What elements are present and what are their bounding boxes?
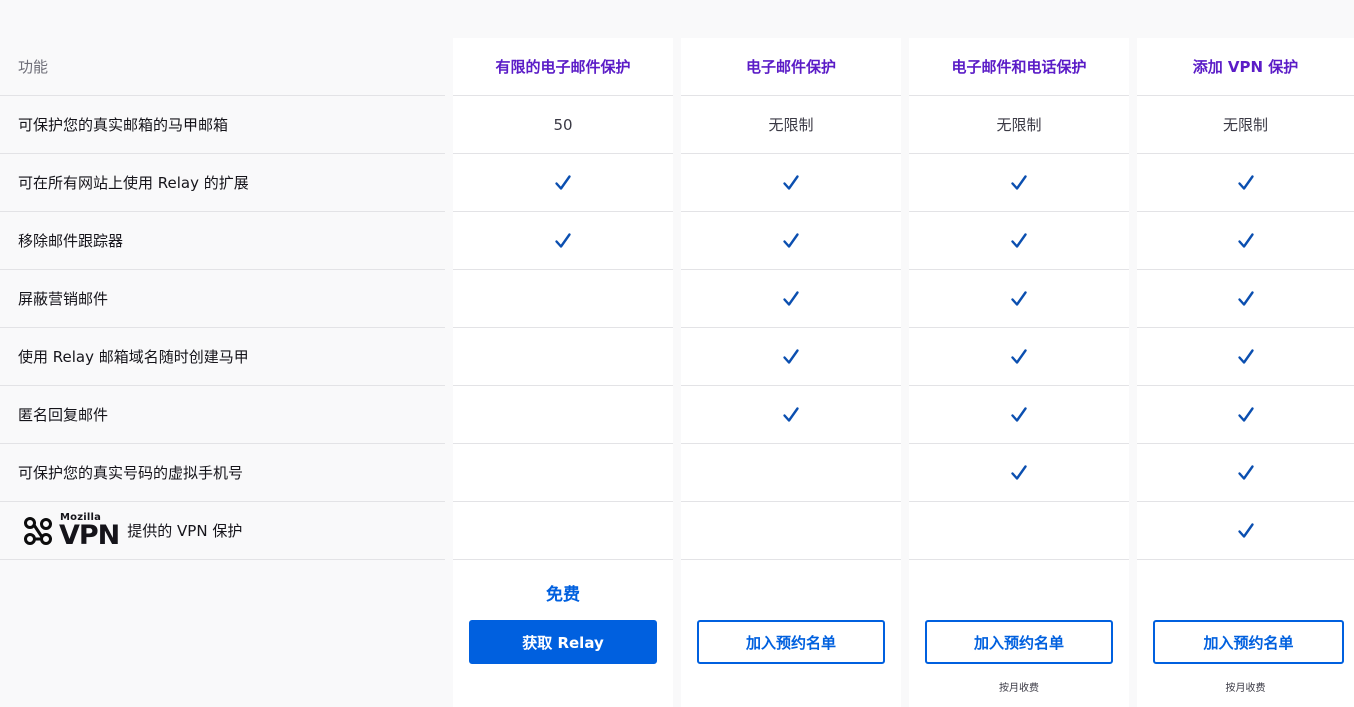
feature-cell — [1137, 386, 1354, 444]
feature-value: 无限制 — [996, 116, 1042, 134]
feature-cell — [681, 328, 901, 386]
plan-footer: 免费获取 Relay — [453, 560, 673, 707]
check-icon — [1009, 289, 1029, 309]
feature-label-trackers: 移除邮件跟踪器 — [0, 212, 445, 270]
feature-cell — [909, 386, 1129, 444]
feature-cell — [453, 502, 673, 560]
billing-note: 按月收费 — [999, 683, 1039, 694]
plan-title: 电子邮件和电话保护 — [909, 38, 1129, 96]
feature-cell — [1137, 154, 1354, 212]
plan-footer: 加入预约名单按月收费 — [1137, 560, 1354, 707]
check-icon — [1009, 405, 1029, 425]
feature-cell — [681, 386, 901, 444]
feature-labels: 功能 可保护您的真实邮箱的马甲邮箱 可在所有网站上使用 Relay 的扩展 移除… — [0, 38, 445, 560]
feature-value: 无限制 — [768, 116, 814, 134]
feature-label-subdomain: 使用 Relay 邮箱域名随时创建马甲 — [0, 328, 445, 386]
feature-label-phone: 可保护您的真实号码的虚拟手机号 — [0, 444, 445, 502]
feature-cell — [681, 154, 901, 212]
feature-cell — [909, 502, 1129, 560]
check-icon — [1009, 173, 1029, 193]
join-waitlist-button[interactable]: 加入预约名单 — [925, 620, 1113, 664]
feature-cell — [909, 328, 1129, 386]
check-icon — [1009, 231, 1029, 251]
check-icon — [1009, 347, 1029, 367]
feature-cell — [453, 270, 673, 328]
feature-label-aliases: 可保护您的真实邮箱的马甲邮箱 — [0, 96, 445, 154]
feature-cell — [1137, 502, 1354, 560]
feature-cell — [453, 154, 673, 212]
feature-cell — [909, 444, 1129, 502]
feature-cell — [1137, 328, 1354, 386]
vpn-feature-text: 提供的 VPN 保护 — [127, 522, 243, 540]
check-icon — [1236, 173, 1256, 193]
feature-value: 50 — [553, 115, 573, 134]
plan-price: 免费 — [546, 585, 580, 605]
billing-note: 按月收费 — [1225, 683, 1266, 694]
plan-footer: 加入预约名单按月收费 — [909, 560, 1129, 707]
check-icon — [1236, 289, 1256, 309]
get-relay-button[interactable]: 获取 Relay — [469, 620, 657, 664]
check-icon — [1009, 463, 1029, 483]
check-icon — [1236, 231, 1256, 251]
check-icon — [1236, 463, 1256, 483]
feature-cell — [681, 270, 901, 328]
check-icon — [781, 173, 801, 193]
feature-label-reply: 匿名回复邮件 — [0, 386, 445, 444]
feature-cell — [453, 444, 673, 502]
plan-title: 电子邮件保护 — [681, 38, 901, 96]
vpn-logo-vpn: VPN — [59, 519, 120, 551]
plan-column-email: 电子邮件保护无限制加入预约名单 — [681, 38, 901, 707]
check-icon — [781, 289, 801, 309]
feature-cell: 无限制 — [909, 96, 1129, 154]
feature-cell — [1137, 270, 1354, 328]
feature-cell — [681, 444, 901, 502]
plan-column-vpn: 添加 VPN 保护无限制加入预约名单按月收费 — [1137, 38, 1354, 707]
feature-cell — [453, 328, 673, 386]
plan-column-free: 有限的电子邮件保护 50 免费获取 Relay — [453, 38, 673, 707]
plan-column-email-phone: 电子邮件和电话保护无限制加入预约名单按月收费 — [909, 38, 1129, 707]
feature-value: 无限制 — [1222, 116, 1268, 134]
feature-cell — [909, 154, 1129, 212]
feature-cell: 无限制 — [1137, 96, 1354, 154]
feature-label-vpn: Mozilla VPN 提供的 VPN 保护 — [0, 502, 445, 560]
feature-label-promo: 屏蔽营销邮件 — [0, 270, 445, 328]
feature-cell — [681, 212, 901, 270]
mozilla-vpn-logo-icon: Mozilla VPN — [22, 512, 120, 551]
feature-cell — [453, 386, 673, 444]
feature-cell — [1137, 444, 1354, 502]
check-icon — [1236, 347, 1256, 367]
feature-cell: 50 — [453, 96, 673, 154]
check-icon — [781, 347, 801, 367]
feature-cell — [453, 212, 673, 270]
feature-cell — [1137, 212, 1354, 270]
feature-label-extension: 可在所有网站上使用 Relay 的扩展 — [0, 154, 445, 212]
join-waitlist-button[interactable]: 加入预约名单 — [697, 620, 885, 664]
feature-cell — [909, 270, 1129, 328]
check-icon — [781, 231, 801, 251]
join-waitlist-button[interactable]: 加入预约名单 — [1153, 620, 1344, 664]
check-icon — [1236, 521, 1256, 541]
check-icon — [1236, 405, 1256, 425]
feature-cell — [909, 212, 1129, 270]
check-icon — [781, 405, 801, 425]
plan-title: 有限的电子邮件保护 — [453, 38, 673, 96]
check-icon — [553, 231, 573, 251]
plan-title: 添加 VPN 保护 — [1137, 38, 1354, 96]
plan-footer: 加入预约名单 — [681, 560, 901, 707]
check-icon — [553, 173, 573, 193]
features-header: 功能 — [0, 38, 445, 96]
feature-cell — [681, 502, 901, 560]
feature-cell: 无限制 — [681, 96, 901, 154]
